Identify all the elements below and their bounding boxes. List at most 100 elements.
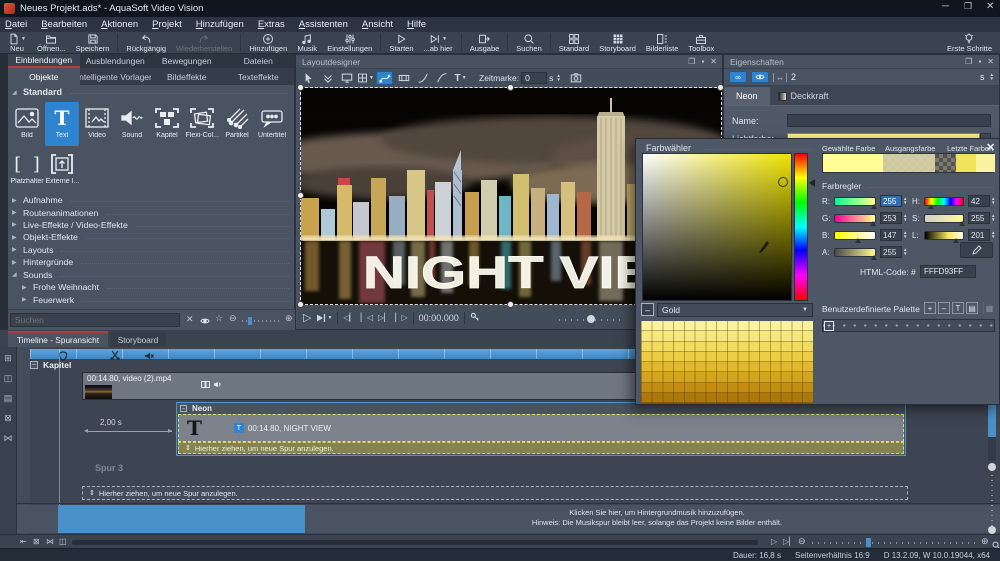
chevron-tool-icon[interactable] xyxy=(319,71,336,85)
sound-category-row[interactable]: ▶ Feuerwerk xyxy=(18,293,295,305)
music-track[interactable]: Klicken Sie hier, um Hintergrundmusik hi… xyxy=(17,505,1000,533)
tab-row1[interactable]: Ausblendungen xyxy=(80,54,152,68)
palette-select[interactable]: Gold ▼ xyxy=(657,303,813,317)
zoom-out-icon[interactable]: ⊖ xyxy=(229,313,237,324)
duration-spinner-icon[interactable]: ▲▼ xyxy=(990,73,994,81)
toolbar-button-hinzufuegen[interactable]: Hinzufügen xyxy=(244,32,292,53)
palette-row[interactable] xyxy=(641,331,813,341)
horizontal-scrollbar[interactable] xyxy=(72,540,758,545)
category-sounds[interactable]: ◢ Sounds xyxy=(8,269,295,281)
tile-text[interactable]: T Text xyxy=(45,102,79,146)
close-panel-icon[interactable]: ✕ xyxy=(710,57,717,66)
go-start-icon[interactable]: ▏◁ xyxy=(361,313,373,322)
keyframe-icon[interactable] xyxy=(395,71,412,85)
tile-partikel[interactable]: Partikel xyxy=(220,102,254,146)
track-height-plus-handle[interactable] xyxy=(988,526,996,534)
toolbar-button-speichern[interactable]: Speichern xyxy=(71,32,115,53)
remove-palette-button[interactable]: – xyxy=(641,303,654,316)
palette-row[interactable] xyxy=(641,321,813,331)
pin-panel-icon[interactable]: ▪ xyxy=(978,57,981,66)
zoom-in-icon[interactable]: ⊕ xyxy=(285,313,293,324)
category-row[interactable]: ▶ Layouts xyxy=(8,244,295,256)
tab-spuransicht[interactable]: Timeline - Spuransicht xyxy=(8,331,108,347)
zoom-selection-icon[interactable]: ⊠ xyxy=(33,537,40,546)
menu-item[interactable]: Extras xyxy=(258,19,285,30)
palette-row[interactable] xyxy=(641,352,813,362)
timeline-zoom-in-icon[interactable]: ⊕ xyxy=(981,536,989,547)
gold-palette-grid[interactable] xyxy=(641,321,813,403)
collapse-kapitel-icon[interactable]: – xyxy=(30,361,38,369)
play-timeline-icon[interactable]: ▷ xyxy=(771,537,777,546)
add-color-icon[interactable]: + xyxy=(924,302,936,314)
grid-view-icon[interactable]: ▦ xyxy=(983,302,995,314)
tile-externe[interactable]: Externe I... xyxy=(45,148,79,192)
saturation-value[interactable]: 255 xyxy=(968,212,990,224)
saturation-value-field[interactable] xyxy=(642,153,792,301)
green-value[interactable]: 253 xyxy=(880,212,902,224)
palette-row[interactable] xyxy=(641,342,813,352)
lightness-value[interactable]: 201 xyxy=(968,229,990,241)
tab-row1[interactable]: Dateien xyxy=(223,54,295,68)
toolbar-button-ab-hier[interactable]: ▼ ...ab hier xyxy=(419,32,458,53)
play-preview-icon[interactable]: ▷ xyxy=(303,311,311,324)
tile-untertitel[interactable]: Untertitel xyxy=(255,102,289,146)
thumb-size-slider-handle[interactable] xyxy=(248,317,252,325)
timeline-zoom-out-icon[interactable]: ⊖ xyxy=(798,536,806,547)
toolbar-button-toolbox[interactable]: Toolbox xyxy=(683,32,719,53)
search-input[interactable] xyxy=(10,313,180,327)
toolbar-button-musik[interactable]: Musik xyxy=(292,32,322,53)
toolbar-button-einstellungen[interactable]: Einstellungen xyxy=(322,32,377,53)
tab-row1[interactable]: Einblendungen xyxy=(8,54,80,68)
timeline-zoom-handle[interactable] xyxy=(866,538,871,547)
hue-marker[interactable] xyxy=(809,179,815,187)
tab-neon[interactable]: Neon xyxy=(724,87,770,105)
new-track-drop-zone[interactable]: ⇕ Hierher ziehen, um neue Spur anzulegen… xyxy=(82,486,908,500)
hue-slider[interactable] xyxy=(924,197,964,206)
eyedropper-button[interactable] xyxy=(960,242,993,258)
layers-tool-icon[interactable]: ▤ xyxy=(4,393,13,404)
wizard-tool-icon[interactable]: ⊞ xyxy=(4,353,12,364)
hue-bar[interactable] xyxy=(794,153,808,301)
close-button[interactable]: ✕ xyxy=(986,1,994,12)
frame-view-icon[interactable]: ◫ xyxy=(59,537,67,546)
tile-flexi-collage[interactable]: Flexi-Col... xyxy=(185,102,219,146)
favorites-star-icon[interactable]: ☆ xyxy=(215,313,223,324)
section-standard[interactable]: ◢ Standard xyxy=(8,85,294,99)
custom-palette-slots[interactable]: + xyxy=(822,319,995,332)
green-slider[interactable] xyxy=(834,214,876,223)
minimize-button[interactable]: ─ xyxy=(942,1,949,12)
text-options-icon[interactable]: T▼ xyxy=(452,71,469,85)
step-timeline-icon[interactable]: ▷▏ xyxy=(783,537,795,546)
saturation-slider[interactable] xyxy=(924,214,964,223)
category-row[interactable]: ▶ Live-Effekte / Video-Effekte xyxy=(8,219,295,231)
menu-item[interactable]: Aktionen xyxy=(101,19,138,30)
toolbar-button-oeffnen[interactable]: Öffnen... xyxy=(32,32,71,53)
track-height-slider[interactable] xyxy=(991,470,993,526)
visibility-eye-icon[interactable] xyxy=(751,71,769,83)
fit-width-icon[interactable]: ⋈ xyxy=(46,537,54,546)
resize-handle-middle-left[interactable] xyxy=(297,192,304,199)
import-palette-icon[interactable]: ▤ xyxy=(966,302,978,314)
float-panel-icon[interactable]: ❐ xyxy=(965,57,972,66)
select-tool-icon[interactable] xyxy=(300,71,317,85)
red-slider[interactable] xyxy=(834,197,876,206)
step-back-icon[interactable]: ◁▏ xyxy=(343,313,355,322)
category-row[interactable]: ▶ Aufnahme xyxy=(8,194,295,206)
lightness-slider[interactable] xyxy=(924,231,964,240)
tab-row2[interactable]: Objekte xyxy=(8,68,80,85)
snapshot-icon[interactable] xyxy=(568,71,585,85)
menu-item[interactable]: Hilfe xyxy=(407,19,426,30)
fit-view-icon[interactable]: ⇤ xyxy=(20,537,27,546)
resize-handle-bottom-left[interactable] xyxy=(297,301,304,308)
menu-item[interactable]: Assistenten xyxy=(299,19,348,30)
alpha-slider[interactable] xyxy=(834,248,876,257)
toolbar-button-ausgabe[interactable]: Ausgabe xyxy=(465,32,505,53)
clear-search-icon[interactable]: ✕ xyxy=(186,314,194,325)
menu-item[interactable]: Bearbeiten xyxy=(41,19,87,30)
category-row[interactable]: ▶ Hintergründe xyxy=(8,256,295,268)
go-end-icon[interactable]: ▷▏ xyxy=(378,313,390,322)
recent-color-swatch-1[interactable] xyxy=(956,154,976,172)
name-input[interactable] xyxy=(787,114,991,127)
menu-item[interactable]: Ansicht xyxy=(362,19,393,30)
zeitmarke-input[interactable] xyxy=(521,72,547,84)
